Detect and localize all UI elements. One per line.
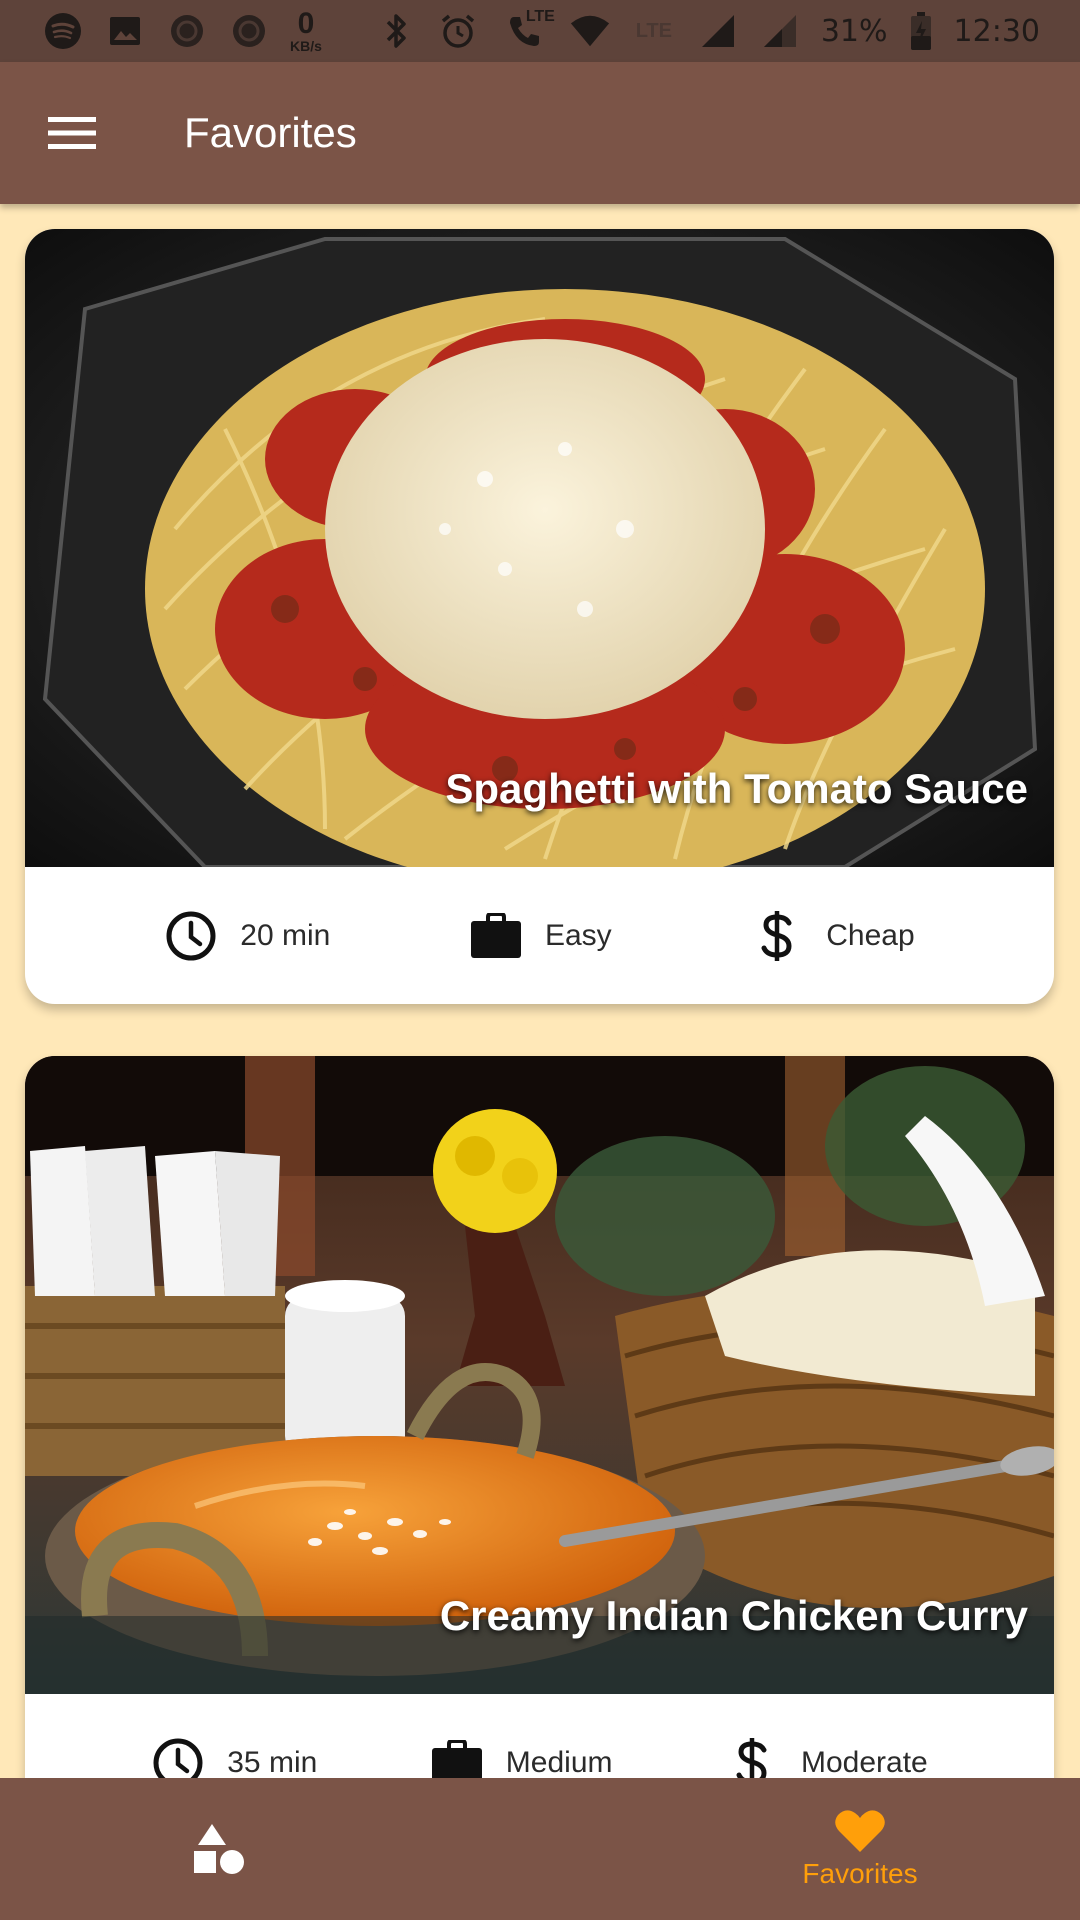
meal-title: Creamy Indian Chicken Curry [439, 1592, 1028, 1639]
signal-icon-2 [759, 10, 801, 52]
volte-call-icon: LTE [499, 8, 555, 52]
menu-button[interactable] [22, 83, 122, 183]
meal-affordability: Cheap [750, 909, 915, 963]
spotify-icon [42, 10, 84, 52]
briefcase-icon [430, 1736, 484, 1778]
meal-card[interactable]: Spaghetti with Tomato Sauce 20 min Easy [25, 229, 1054, 1004]
meal-affordability: Moderate [725, 1736, 928, 1779]
signal-icon [697, 10, 739, 52]
alarm-icon [437, 10, 479, 52]
lte-label: LTE [525, 8, 555, 25]
meal-image: Spaghetti with Tomato Sauce [25, 229, 1054, 867]
meal-duration-text: 20 min [240, 918, 331, 952]
meal-details: 20 min Easy Cheap [25, 867, 1054, 1004]
network-speed-value: 0 [297, 7, 315, 40]
clock-icon [164, 909, 218, 963]
meal-complexity: Medium [430, 1736, 613, 1779]
favorites-list[interactable]: Spaghetti with Tomato Sauce 20 min Easy [0, 204, 1080, 1778]
status-bar: 0 KB/s LTE LTE 31% 12:30 [0, 0, 1080, 62]
image-icon [104, 10, 146, 52]
meal-duration: 35 min [151, 1736, 318, 1779]
meal-duration: 20 min [164, 909, 330, 963]
status-left-icons: 0 KB/s [42, 9, 322, 53]
meal-affordability-text: Moderate [801, 1745, 928, 1779]
meal-duration-text: 35 min [227, 1745, 318, 1779]
meal-complexity: Easy [469, 909, 612, 963]
meal-complexity-text: Medium [505, 1745, 613, 1779]
meal-details: 35 min Medium Moderate [25, 1694, 1054, 1778]
meal-image: Creamy Indian Chicken Curry [25, 1056, 1054, 1694]
hamburger-menu-icon [48, 117, 96, 149]
wifi-icon [569, 10, 611, 52]
meal-affordability-text: Cheap [826, 918, 915, 952]
app-notification-icon [166, 10, 208, 52]
lte-signal-label: LTE [635, 19, 672, 42]
battery-charging-icon [908, 10, 934, 52]
meal-complexity-text: Easy [544, 918, 612, 952]
meal-card[interactable]: Creamy Indian Chicken Curry 35 min Mediu… [25, 1056, 1054, 1778]
categories-icon [194, 1824, 244, 1874]
clock-icon [151, 1736, 205, 1778]
tab-favorites-label: Favorites [802, 1858, 918, 1889]
bottom-navigation: Favorites [0, 1778, 1080, 1920]
bluetooth-icon [375, 10, 417, 52]
battery-percent: 31% [820, 13, 888, 49]
network-speed: 0 KB/s [290, 7, 322, 54]
tab-favorites[interactable]: Favorites [540, 1778, 1080, 1920]
heart-icon [835, 1810, 885, 1852]
dollar-icon [725, 1736, 779, 1778]
meal-title: Spaghetti with Tomato Sauce [445, 765, 1028, 812]
briefcase-icon [469, 909, 523, 963]
dollar-icon [750, 909, 804, 963]
status-right-icons: LTE LTE 31% 12:30 [375, 8, 1040, 52]
clock-time: 12:30 [953, 13, 1040, 49]
tab-categories[interactable] [0, 1778, 540, 1920]
app-bar: Favorites [0, 62, 1080, 204]
page-title: Favorites [184, 109, 357, 156]
network-speed-unit: KB/s [290, 38, 322, 54]
app-notification-icon-2 [228, 10, 270, 52]
